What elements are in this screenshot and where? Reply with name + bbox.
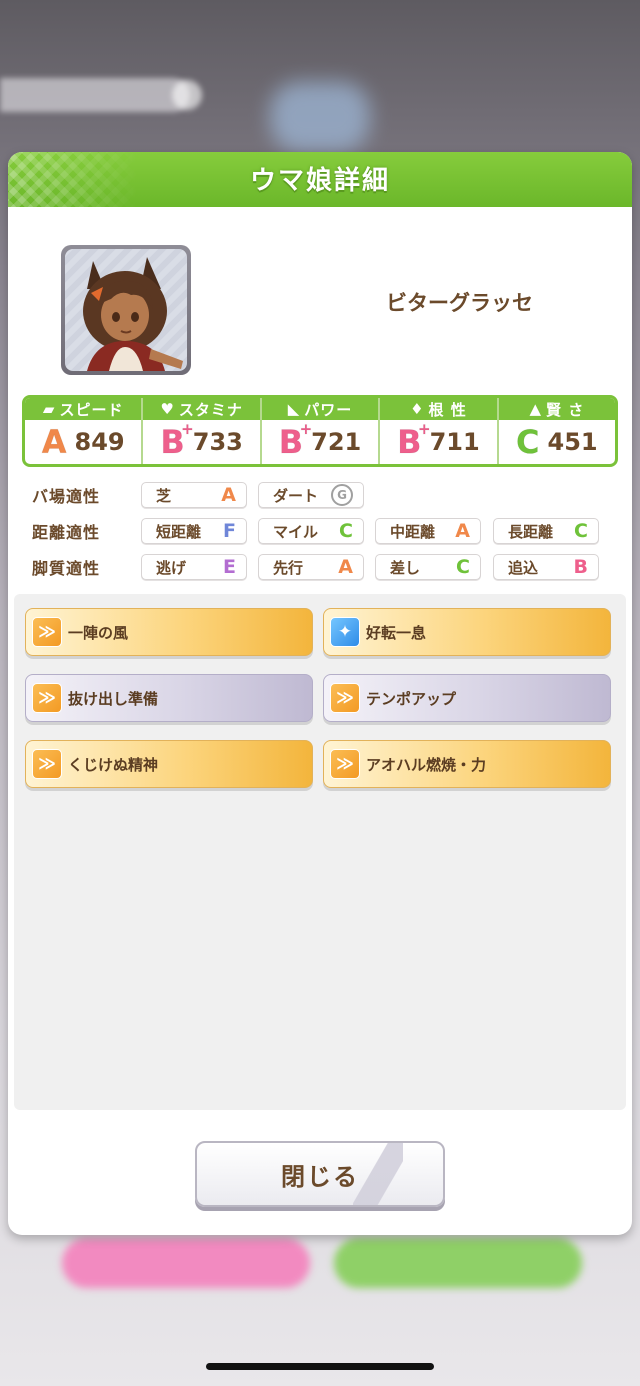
dialog-header: ウマ娘詳細: [8, 152, 632, 207]
aptitude-front-runner: 逃げ E: [141, 554, 247, 580]
aptitude-row-track: バ場適性: [32, 481, 140, 509]
stat-speed: ▰ スピード A 849: [25, 398, 144, 464]
aptitude-sprint: 短距離 F: [141, 518, 247, 544]
background-help-icon: [172, 80, 202, 110]
stat-rank: B +: [160, 420, 194, 461]
speed-skill-icon: ≫: [330, 749, 360, 779]
skill-name: 一陣の風: [68, 623, 129, 642]
skill-name: アオハル燃焼・力: [366, 755, 487, 774]
skill-name: くじけぬ精神: [68, 755, 159, 774]
stat-value: 733: [192, 428, 243, 456]
skill-name: 好転一息: [366, 623, 427, 642]
aptitude-late-surger: 差し C: [375, 554, 481, 580]
stat-label: 賢 さ: [545, 400, 585, 419]
speed-skill-icon: ≫: [330, 683, 360, 713]
speed-skill-icon: ≫: [32, 683, 62, 713]
skill-item[interactable]: ≫ 一陣の風: [25, 608, 313, 656]
aptitude-row-style: 脚質適性: [32, 553, 140, 581]
stat-value: 721: [311, 428, 362, 456]
character-portrait: [61, 245, 191, 375]
stat-rank: B +: [397, 420, 431, 461]
character-avatar: [83, 257, 183, 371]
aptitude-end-closer: 追込 B: [493, 554, 599, 580]
dialog-title: ウマ娘詳細: [249, 166, 390, 196]
background-pill: [0, 78, 190, 112]
stat-stamina: ♥ スタミナ B +733: [143, 398, 262, 464]
aptitude-turf: 芝A: [141, 482, 247, 508]
stat-label: 根 性: [428, 400, 467, 419]
aptitude-label: 脚質適性: [32, 559, 101, 578]
aptitude-medium: 中距離 A: [375, 518, 481, 544]
stat-rank: C: [516, 423, 541, 461]
stat-label: パワー: [304, 400, 353, 419]
skill-item[interactable]: ✦ 好転一息: [323, 608, 611, 656]
aptitude-long: 長距離 C: [493, 518, 599, 544]
stat-guts: ♦ 根 性 B +711: [380, 398, 499, 464]
mortarboard-icon: ▲: [529, 400, 542, 418]
skill-name: 抜け出し準備: [68, 689, 159, 708]
stat-value: 451: [547, 428, 598, 456]
aptitude-pace-chaser: 先行 A: [258, 554, 364, 580]
aptitude-dirt: ダート G: [258, 482, 364, 508]
stat-label: スピード: [59, 400, 124, 419]
aptitude-mile: マイル C: [258, 518, 364, 544]
stat-rank: A: [41, 423, 67, 461]
stat-power: ◣ パワー B +721: [261, 398, 381, 464]
shoe-icon: ▰: [42, 400, 56, 418]
stat-value: 849: [74, 428, 125, 456]
stat-wisdom: ▲ 賢 さ C 451: [498, 398, 615, 464]
background-green-button: [334, 1238, 582, 1288]
aptitude-label: バ場適性: [32, 487, 101, 506]
muscle-icon: ◣: [287, 400, 301, 418]
aptitude-label: 距離適性: [32, 523, 101, 542]
stat-label: スタミナ: [178, 400, 243, 419]
skills-panel: [14, 594, 626, 1110]
skill-item[interactable]: ≫ テンポアップ: [323, 674, 611, 722]
skill-item[interactable]: ≫ 抜け出し準備: [25, 674, 313, 722]
background-crown: [270, 82, 370, 152]
background-pink-button: [62, 1238, 310, 1288]
flame-icon: ♦: [410, 400, 425, 418]
home-indicator[interactable]: [206, 1363, 434, 1370]
stats-table: ▰ スピード A 849 ♥ スタミナ B +733 ◣ パワー B +721 ♦ 根 性 B…: [22, 395, 618, 467]
skill-item[interactable]: ≫ アオハル燃焼・力: [323, 740, 611, 788]
stamina-sparkle-icon: ✦: [330, 617, 360, 647]
speed-skill-icon: ≫: [32, 749, 62, 779]
stat-rank: B +: [278, 420, 313, 461]
close-button[interactable]: 閉じる: [195, 1141, 445, 1207]
skill-name: テンポアップ: [366, 689, 457, 708]
speed-skill-icon: ≫: [32, 617, 62, 647]
character-name: ビターグラッセ: [386, 291, 533, 315]
stat-value: 711: [429, 428, 480, 456]
aptitude-row-distance: 距離適性: [32, 517, 140, 545]
close-button-label: 閉じる: [281, 1162, 359, 1191]
umamusume-detail-dialog: ウマ娘詳細 ビターグラッセ ▰ スピード A 849 ♥ スタミナ B + 73…: [8, 152, 632, 1235]
heart-icon: ♥: [160, 400, 175, 418]
skill-item[interactable]: ≫ くじけぬ精神: [25, 740, 313, 788]
